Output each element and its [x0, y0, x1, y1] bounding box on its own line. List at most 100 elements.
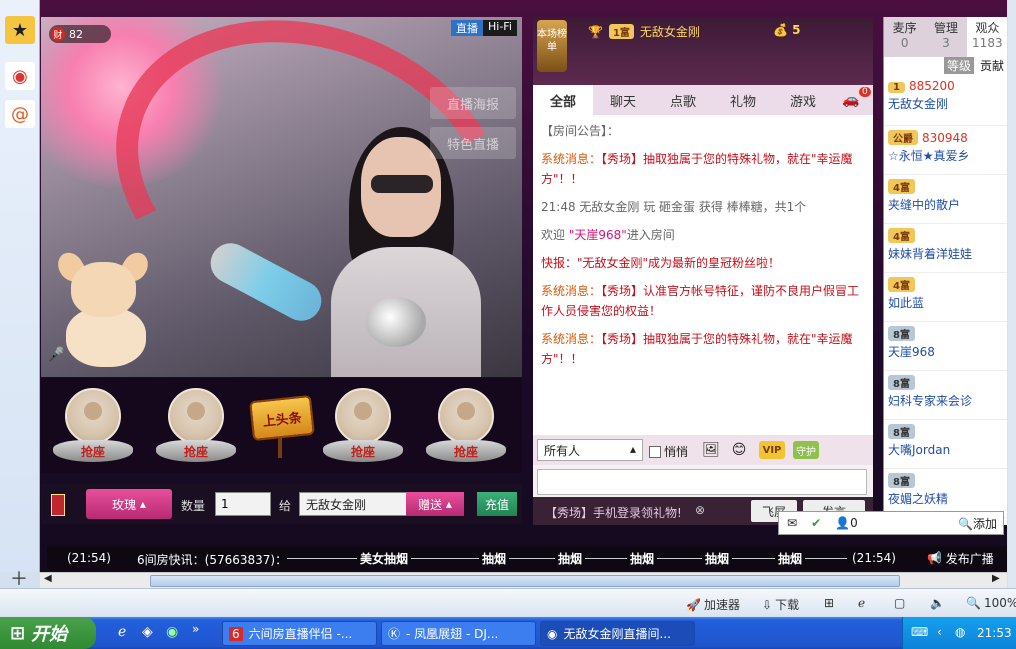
- wealth-badge: 财 82: [49, 25, 111, 43]
- vip-icon[interactable]: VIP: [759, 441, 785, 459]
- ie-icon[interactable]: ℯ: [858, 596, 865, 610]
- seat-2[interactable]: 抢座: [156, 388, 236, 468]
- ie-quicklaunch-icon[interactable]: ℯ: [118, 624, 126, 640]
- windows-logo-icon: ⊞: [10, 622, 26, 644]
- audience-name: 妇科专家来会诊: [888, 394, 973, 408]
- recharge-button[interactable]: 充值: [477, 492, 517, 516]
- message-text: 欢迎: [541, 228, 569, 242]
- mail-icon[interactable]: ✉: [787, 516, 797, 530]
- recipient-select[interactable]: 无敌女金刚: [299, 492, 407, 516]
- recipient-select[interactable]: 所有人 ▴: [537, 439, 643, 461]
- taskbar-item-music[interactable]: Ⓚ - 凤凰展翅 - DJ...: [381, 621, 536, 646]
- featured-live-button[interactable]: 特色直播: [430, 127, 516, 159]
- tab-all[interactable]: 全部: [533, 85, 593, 115]
- level-badge: 8富: [888, 375, 915, 390]
- quantity-input[interactable]: [215, 492, 271, 516]
- mobile-promo-link[interactable]: 【秀场】手机登录领礼物!: [545, 504, 682, 521]
- emoji-icon[interactable]: 😊: [729, 441, 749, 459]
- grab-seat-button[interactable]: 抢座: [426, 440, 506, 462]
- zoom-control[interactable]: 🔍 100%: [966, 596, 1016, 610]
- audience-row[interactable]: 4富 如此蓝: [884, 273, 1007, 322]
- close-icon[interactable]: ⊗: [695, 503, 705, 517]
- gift-select-button[interactable]: 玫瑰 ▴: [86, 489, 172, 519]
- accelerator-button[interactable]: 🚀 加速器: [686, 596, 740, 613]
- audience-row[interactable]: 8富 天崖968: [884, 322, 1007, 371]
- headline-post: [278, 438, 282, 458]
- send-gift-button[interactable]: 赠送 ▴: [406, 492, 464, 516]
- user-icon[interactable]: 👤: [835, 516, 850, 530]
- chat-text-input[interactable]: [537, 469, 867, 495]
- window-icon[interactable]: ▢: [894, 596, 905, 610]
- app-quicklaunch-icon[interactable]: ◈: [142, 624, 153, 640]
- tab-admins[interactable]: 管理 3: [925, 17, 966, 57]
- audience-name: ☆永恒★真爱乡: [888, 149, 970, 163]
- scroll-left-icon[interactable]: ◀: [44, 573, 52, 584]
- start-button[interactable]: ⊞ 开始: [0, 617, 96, 649]
- microphone-icon[interactable]: 🎤: [47, 347, 64, 371]
- zoom-value: 100%: [983, 596, 1016, 610]
- scroll-right-icon[interactable]: ▶: [992, 573, 1000, 584]
- browser-quicklaunch-icon[interactable]: ◉: [166, 624, 178, 640]
- audience-row[interactable]: 8富 大嘴Jordan: [884, 420, 1007, 469]
- favorites-star-icon[interactable]: ★: [5, 16, 35, 44]
- tab-mic-queue[interactable]: 麦序 0: [884, 17, 925, 57]
- more-icon[interactable]: »: [192, 622, 199, 636]
- tab-audience[interactable]: 观众 1183: [966, 17, 1007, 57]
- sort-by-contribution[interactable]: 贡献: [980, 57, 1004, 74]
- live-poster-button[interactable]: 直播海报: [430, 87, 516, 119]
- tab-game[interactable]: 游戏: [773, 85, 833, 115]
- tab-song[interactable]: 点歌: [653, 85, 713, 115]
- compat-icon[interactable]: ⊞: [824, 596, 834, 610]
- ticker-word: 美女抽烟: [357, 550, 412, 567]
- add-contact-button[interactable]: 🔍添加: [958, 515, 997, 532]
- image-icon[interactable]: 🖼: [701, 441, 721, 459]
- whisper-checkbox[interactable]: 悄悄: [649, 443, 688, 460]
- taskbar-item-browser[interactable]: ◉ 无敌女金刚直播间...: [540, 621, 695, 646]
- tab-count: 3: [942, 36, 950, 50]
- coin-icon: 💰: [773, 23, 788, 37]
- headline-sign-button[interactable]: 上头条: [249, 394, 315, 442]
- gift-box-icon[interactable]: [51, 494, 65, 516]
- audience-row-top: 4富: [888, 226, 1004, 245]
- broadcast-label: 发布广播: [945, 551, 994, 566]
- download-button[interactable]: ⇩ 下载: [762, 596, 799, 613]
- scroll-thumb[interactable]: [150, 575, 900, 587]
- audience-row[interactable]: 8富妇科专家来会诊: [884, 371, 1007, 420]
- seat-3[interactable]: 抢座: [323, 388, 403, 468]
- grab-seat-button[interactable]: 抢座: [323, 440, 403, 462]
- browser-status-bar: 🚀 加速器 ⇩ 下载 ⊞ ℯ ▢ 🔈 🔍 100%: [0, 588, 1016, 616]
- seat-1[interactable]: 抢座: [53, 388, 133, 468]
- horizontal-scrollbar[interactable]: ◀ ▶: [40, 572, 1007, 588]
- audience-row[interactable]: 公爵 830948 ☆永恒★真爱乡: [884, 126, 1007, 175]
- avatar: [65, 388, 121, 444]
- audience-row[interactable]: 4富 妹妹背着洋娃娃: [884, 224, 1007, 273]
- seat-4[interactable]: 抢座: [426, 388, 506, 468]
- tab-gift[interactable]: 礼物: [713, 85, 773, 115]
- top-contributor[interactable]: 🏆 1富 无敌女金刚: [588, 23, 700, 40]
- broadcast-button[interactable]: 📢 发布广播: [927, 548, 994, 568]
- guard-icon[interactable]: 守护: [793, 441, 819, 459]
- sort-by-level[interactable]: 等级: [944, 57, 975, 74]
- email-at-icon[interactable]: @: [5, 100, 35, 128]
- session-rank-tag[interactable]: 本场榜单: [537, 20, 567, 72]
- vertical-scrollbar[interactable]: [1008, 0, 1016, 588]
- puppy-sticker: [51, 248, 161, 367]
- audience-row[interactable]: 1 885200 无敌女金刚: [884, 77, 1007, 126]
- weibo-icon[interactable]: ◉: [5, 62, 35, 90]
- avatar: [335, 388, 391, 444]
- keyboard-icon[interactable]: ⌨: [911, 625, 928, 639]
- grab-seat-button[interactable]: 抢座: [53, 440, 133, 462]
- network-icon[interactable]: ◍: [955, 625, 965, 639]
- tab-chat[interactable]: 聊天: [593, 85, 653, 115]
- audience-name: 夹缝中的散户: [888, 198, 961, 212]
- chat-message-list[interactable]: 【房间公告】： 系统消息：【秀场】抽取独属于您的特殊礼物，就在"幸运魔方"！！ 21…: [533, 115, 873, 435]
- volume-icon[interactable]: 🔈: [930, 596, 945, 610]
- taskbar-item-liveroom-helper[interactable]: 6 六间房直播伴侣 -...: [222, 621, 377, 646]
- level-badge: 8富: [888, 326, 915, 341]
- check-icon[interactable]: ✔: [811, 516, 821, 530]
- car-icon[interactable]: 🚗 0: [833, 87, 871, 112]
- live-video[interactable]: 财 82 直播 Hi-Fi 直播海报 特色直播 🎤: [41, 17, 522, 377]
- grab-seat-button[interactable]: 抢座: [156, 440, 236, 462]
- arrow-icon[interactable]: ‹: [937, 625, 942, 639]
- audience-row[interactable]: 4富 夹缝中的散户: [884, 175, 1007, 224]
